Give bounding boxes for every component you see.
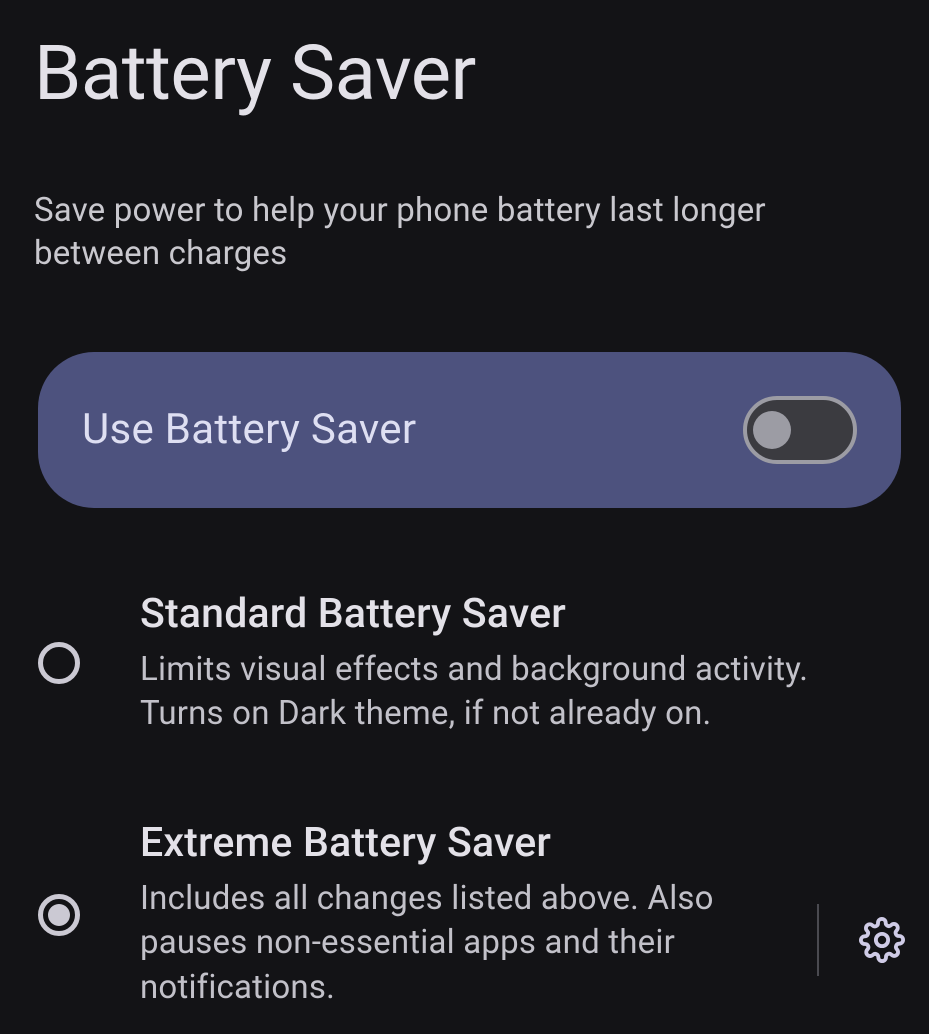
option-extreme-content: Extreme Battery Saver Includes all chang… xyxy=(140,819,787,1011)
option-standard-title: Standard Battery Saver xyxy=(140,590,895,638)
use-battery-saver-row[interactable]: Use Battery Saver xyxy=(38,352,901,508)
option-extreme-title: Extreme Battery Saver xyxy=(140,819,777,867)
page-subtitle: Save power to help your phone battery la… xyxy=(0,118,929,276)
use-battery-saver-toggle[interactable] xyxy=(743,396,857,464)
option-standard-battery-saver[interactable]: Standard Battery Saver Limits visual eff… xyxy=(0,590,929,737)
radio-extreme[interactable] xyxy=(38,894,80,936)
radio-extreme-inner xyxy=(48,904,70,926)
option-extreme-trailing xyxy=(787,819,905,1011)
option-standard-content: Standard Battery Saver Limits visual eff… xyxy=(140,590,905,737)
radio-standard[interactable] xyxy=(38,642,80,684)
gear-icon[interactable] xyxy=(859,917,905,963)
option-extreme-battery-saver[interactable]: Extreme Battery Saver Includes all chang… xyxy=(0,819,929,1011)
page-title: Battery Saver xyxy=(0,0,929,118)
toggle-thumb xyxy=(753,411,791,449)
vertical-divider xyxy=(817,904,819,976)
use-battery-saver-label: Use Battery Saver xyxy=(82,405,416,454)
option-standard-description: Limits visual effects and background act… xyxy=(140,648,895,737)
option-extreme-description: Includes all changes listed above. Also … xyxy=(140,877,777,1011)
